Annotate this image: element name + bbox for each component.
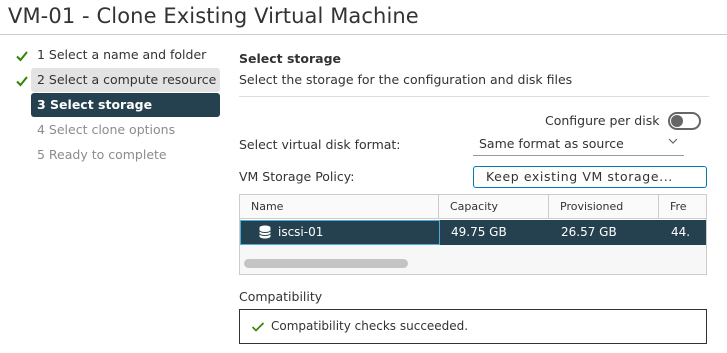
cell-name: iscsi-01 (278, 225, 324, 239)
column-header-capacity[interactable]: Capacity (439, 195, 549, 219)
horizontal-scrollbar[interactable] (244, 259, 408, 268)
step-label: 3 Select storage (37, 97, 153, 112)
cell-free: 44. (671, 225, 691, 239)
wizard-title: VM-01 - Clone Existing Virtual Machine (8, 4, 419, 28)
cell-provisioned: 26.57 GB (561, 225, 617, 239)
column-header-free[interactable]: Fre (659, 195, 706, 219)
step-select-name-folder[interactable]: 1 Select a name and folder (31, 43, 220, 67)
step-ready-to-complete: 5 Ready to complete (31, 143, 220, 167)
storage-policy-select[interactable]: Keep existing VM storage... (473, 166, 707, 188)
chevron-down-icon (668, 138, 678, 144)
disk-format-label: Select virtual disk format: (239, 137, 401, 152)
grid-header: Name Capacity Provisioned Fre (240, 195, 706, 219)
step-label: 1 Select a name and folder (37, 47, 207, 62)
configure-per-disk-label: Configure per disk (545, 113, 660, 128)
toggle-knob (671, 115, 683, 127)
step-label: 4 Select clone options (37, 122, 176, 137)
disk-format-select[interactable]: Same format as source (473, 134, 684, 156)
check-icon (16, 76, 28, 87)
compatibility-panel: Compatibility checks succeeded. (239, 309, 707, 344)
compatibility-message: Compatibility checks succeeded. (271, 319, 469, 333)
step-label: 5 Ready to complete (37, 147, 167, 162)
step-select-compute-resource[interactable]: 2 Select a compute resource (31, 68, 220, 92)
check-icon (251, 322, 265, 332)
storage-policy-value: Keep existing VM storage... (486, 169, 673, 184)
section-heading: Select storage (239, 51, 342, 66)
column-header-provisioned[interactable]: Provisioned (549, 195, 659, 219)
cell-capacity: 49.75 GB (451, 225, 507, 239)
section-divider (239, 96, 709, 97)
step-select-storage[interactable]: 3 Select storage (31, 93, 220, 117)
configure-per-disk-toggle[interactable] (668, 112, 701, 130)
compatibility-label: Compatibility (239, 289, 323, 304)
disk-format-value: Same format as source (479, 136, 624, 151)
step-label: 2 Select a compute resource (37, 72, 217, 87)
column-header-name[interactable]: Name (240, 195, 439, 219)
check-icon (16, 51, 28, 62)
title-divider (0, 34, 727, 35)
step-select-clone-options: 4 Select clone options (31, 118, 220, 142)
table-row[interactable]: iscsi-01 49.75 GB 26.57 GB 44. (240, 220, 706, 245)
datastore-grid: Name Capacity Provisioned Fre iscsi-01 4… (239, 194, 707, 275)
section-description: Select the storage for the configuration… (239, 72, 573, 87)
storage-policy-label: VM Storage Policy: (239, 169, 355, 184)
